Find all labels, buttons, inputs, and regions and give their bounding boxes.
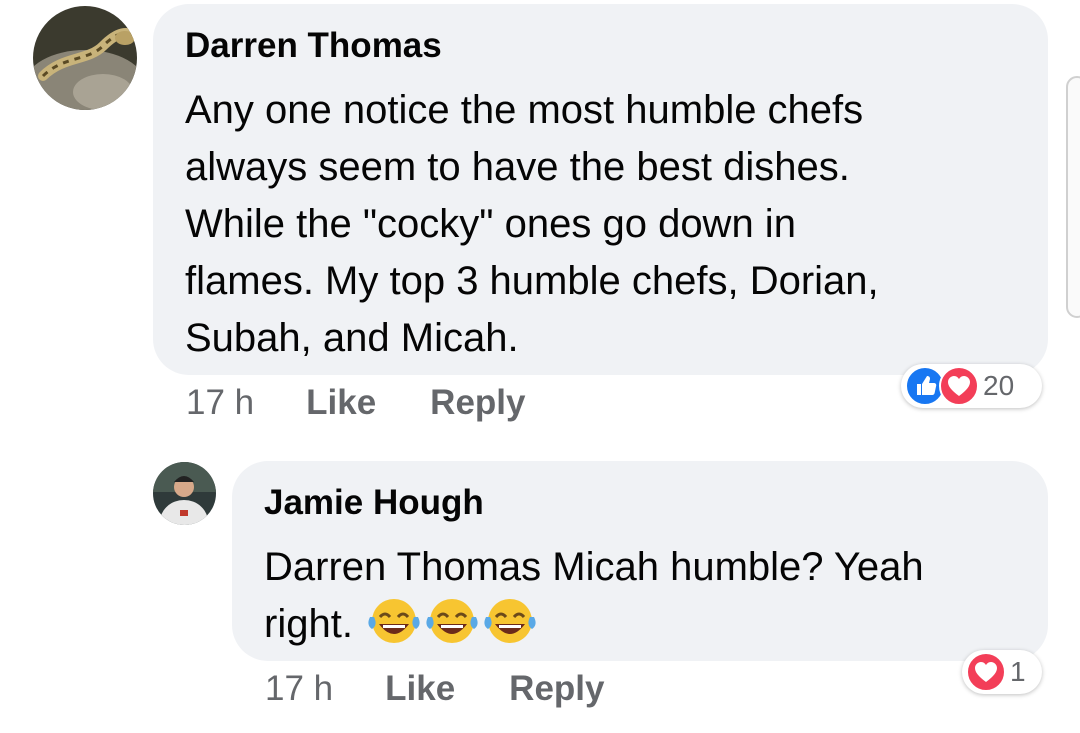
comment-author[interactable]: Darren Thomas (185, 26, 442, 66)
comment-text-line: Subah, and Micah. (185, 316, 519, 360)
reaction-summary[interactable]: 20 (901, 364, 1042, 408)
comment-timestamp[interactable]: 17 h (186, 383, 254, 423)
reply-button[interactable]: Reply (509, 669, 604, 709)
tears-of-joy-emoji (484, 599, 536, 643)
reply-actions: 17 h Like Reply (265, 669, 604, 709)
avatar-jamie-hough[interactable] (153, 462, 216, 525)
reaction-count: 1 (1010, 656, 1026, 687)
reply-author[interactable]: Jamie Hough (264, 483, 484, 523)
reply-text-line: Darren Thomas Micah humble? Yeah (264, 545, 924, 589)
reply-timestamp[interactable]: 17 h (265, 669, 333, 709)
comment-text: Any one notice the most humble chefs alw… (185, 82, 879, 367)
comment-text-line: always seem to have the best dishes. (185, 145, 850, 189)
reply-button[interactable]: Reply (430, 383, 525, 423)
reaction-summary[interactable]: 1 (962, 650, 1042, 694)
reaction-count: 20 (983, 370, 1015, 401)
like-button[interactable]: Like (306, 383, 376, 423)
reply-text: Darren Thomas Micah humble? Yeah right. (264, 539, 924, 653)
tears-of-joy-emoji (368, 599, 420, 643)
comment-text-line: While the "cocky" ones go down in (185, 202, 796, 246)
scrollbar[interactable] (1066, 76, 1080, 318)
reply-bubble: Jamie Hough Darren Thomas Micah humble? … (232, 461, 1048, 661)
comment-text-line: Any one notice the most humble chefs (185, 88, 864, 132)
tears-of-joy-emoji (426, 599, 478, 643)
emoji-row (364, 599, 538, 646)
comment-bubble: Darren Thomas Any one notice the most hu… (153, 4, 1048, 375)
avatar-image (153, 462, 216, 525)
comment-actions: 17 h Like Reply (186, 383, 525, 423)
reply-text-fragment: right. (264, 602, 353, 646)
reply-text-line: right. (264, 596, 924, 653)
like-button[interactable]: Like (385, 669, 455, 709)
comment-text-line: flames. My top 3 humble chefs, Dorian, (185, 259, 879, 303)
avatar-image (33, 6, 137, 110)
avatar-darren-thomas[interactable] (33, 6, 137, 110)
love-icon (939, 366, 979, 406)
love-icon (966, 652, 1006, 692)
